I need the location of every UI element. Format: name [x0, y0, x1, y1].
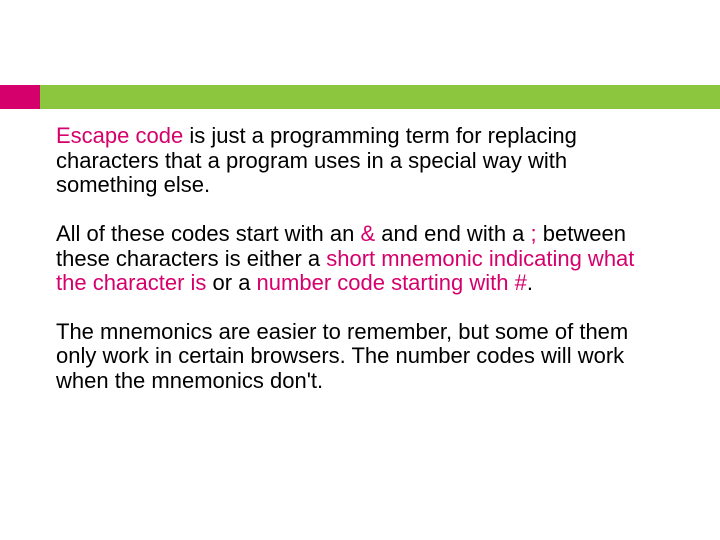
paragraph-1: Escape code is just a programming term f… — [56, 124, 666, 198]
term-number-code: number code starting with # — [257, 270, 527, 295]
slide: Escape code is just a programming term f… — [0, 0, 720, 540]
term-escape-code: Escape code — [56, 123, 183, 148]
text: All of these codes start with an — [56, 221, 361, 246]
text: or a — [206, 270, 256, 295]
symbol-ampersand: & — [361, 221, 376, 246]
paragraph-2: All of these codes start with an & and e… — [56, 222, 666, 296]
text: . — [527, 270, 533, 295]
header-bar — [0, 85, 720, 109]
slide-body: Escape code is just a programming term f… — [56, 124, 666, 418]
header-accent-block — [0, 85, 40, 109]
paragraph-3: The mnemonics are easier to remember, bu… — [56, 320, 666, 394]
text: The mnemonics are easier to remember, bu… — [56, 319, 628, 393]
text: and end with a — [375, 221, 530, 246]
